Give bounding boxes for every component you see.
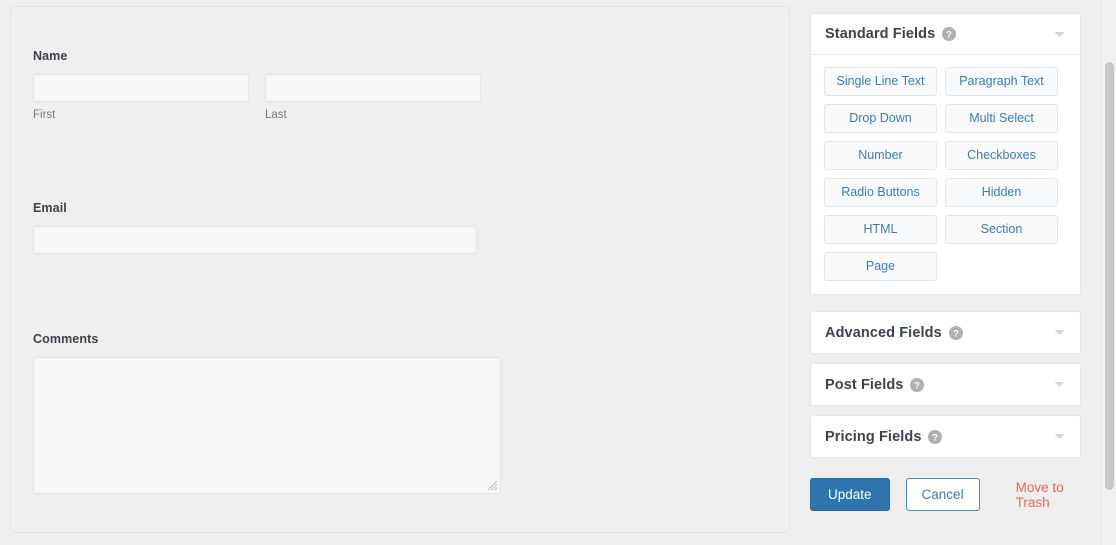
- comments-textarea-wrapper: [33, 357, 501, 494]
- field-button-hidden[interactable]: Hidden: [945, 178, 1058, 207]
- svg-text:?: ?: [915, 380, 921, 391]
- panel-advanced-fields: Advanced Fields ?: [810, 311, 1081, 354]
- email-input[interactable]: [33, 226, 477, 254]
- panel-standard-fields: Standard Fields ? Single Line Text Parag…: [810, 13, 1081, 295]
- field-button-page[interactable]: Page: [824, 252, 937, 281]
- field-button-multi-select[interactable]: Multi Select: [945, 104, 1058, 133]
- form-editor-page: Name First Last Email Comments Standard …: [0, 0, 1116, 545]
- name-last-column: Last: [265, 74, 481, 122]
- chevron-down-icon[interactable]: [1054, 433, 1065, 440]
- svg-text:?: ?: [933, 432, 939, 443]
- field-button-paragraph-text[interactable]: Paragraph Text: [945, 67, 1058, 96]
- panel-title-pricing-fields: Pricing Fields: [825, 428, 922, 445]
- field-button-checkboxes[interactable]: Checkboxes: [945, 141, 1058, 170]
- update-button[interactable]: Update: [810, 478, 890, 511]
- panel-header-pricing-fields[interactable]: Pricing Fields ?: [811, 416, 1080, 457]
- panel-title-standard-fields: Standard Fields: [825, 26, 936, 42]
- chevron-down-icon[interactable]: [1054, 381, 1065, 388]
- field-button-single-line-text[interactable]: Single Line Text: [824, 67, 937, 96]
- panel-header-post-fields[interactable]: Post Fields ?: [811, 364, 1080, 405]
- move-to-trash-link[interactable]: Move to Trash: [1016, 480, 1100, 510]
- field-palette: Standard Fields ? Single Line Text Parag…: [810, 13, 1081, 467]
- field-button-html[interactable]: HTML: [824, 215, 937, 244]
- field-label-email: Email: [33, 201, 67, 215]
- name-inputs-row: First Last: [33, 74, 481, 122]
- last-name-sublabel: Last: [265, 109, 287, 121]
- field-label-comments: Comments: [33, 332, 99, 346]
- help-circle-icon[interactable]: ?: [942, 27, 957, 41]
- comments-textarea[interactable]: [33, 357, 501, 494]
- chevron-down-icon[interactable]: [1054, 329, 1065, 336]
- form-actions: Update Cancel Move to Trash: [810, 478, 1100, 511]
- form-preview-container: Name First Last Email Comments: [10, 6, 790, 533]
- cancel-button[interactable]: Cancel: [905, 478, 980, 511]
- form-field-email[interactable]: Email: [33, 201, 477, 254]
- panel-title-post-fields: Post Fields: [825, 376, 904, 393]
- help-circle-icon[interactable]: ?: [928, 429, 943, 444]
- svg-text:?: ?: [946, 30, 952, 41]
- panel-header-advanced-fields[interactable]: Advanced Fields ?: [811, 312, 1080, 353]
- field-button-radio-buttons[interactable]: Radio Buttons: [824, 178, 937, 207]
- first-name-sublabel: First: [33, 109, 56, 121]
- last-name-input[interactable]: [265, 74, 481, 102]
- form-field-name[interactable]: Name First Last: [33, 49, 481, 122]
- first-name-input[interactable]: [33, 74, 249, 102]
- name-first-column: First: [33, 74, 249, 122]
- panel-pricing-fields: Pricing Fields ?: [810, 415, 1081, 458]
- field-label-name: Name: [33, 49, 68, 63]
- form-field-comments[interactable]: Comments: [33, 332, 501, 494]
- svg-text:?: ?: [953, 328, 959, 339]
- panel-body-standard-fields: Single Line Text Paragraph Text Drop Dow…: [811, 55, 1080, 294]
- field-button-number[interactable]: Number: [824, 141, 937, 170]
- field-button-drop-down[interactable]: Drop Down: [824, 104, 937, 133]
- help-circle-icon[interactable]: ?: [948, 325, 963, 340]
- panel-header-standard-fields[interactable]: Standard Fields ?: [811, 14, 1080, 55]
- help-circle-icon[interactable]: ?: [910, 377, 925, 392]
- panel-post-fields: Post Fields ?: [810, 363, 1081, 406]
- page-scrollbar-track[interactable]: [1101, 0, 1116, 545]
- panel-title-advanced-fields: Advanced Fields: [825, 324, 942, 341]
- page-scrollbar-thumb[interactable]: [1105, 62, 1114, 490]
- chevron-down-icon[interactable]: [1054, 31, 1065, 38]
- field-button-section[interactable]: Section: [945, 215, 1058, 244]
